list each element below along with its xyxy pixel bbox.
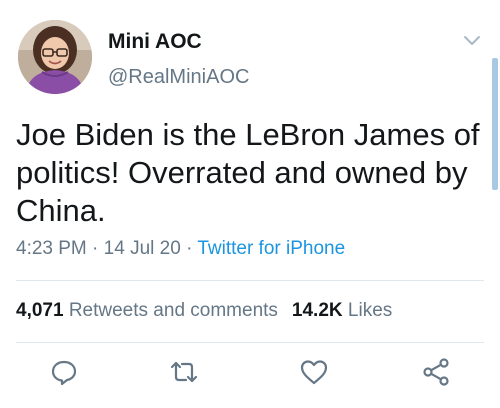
retweets-stat[interactable]: 4,071 Retweets and comments <box>16 300 278 321</box>
likes-label: Likes <box>347 300 393 321</box>
chevron-down-icon[interactable] <box>462 34 482 48</box>
heart-icon <box>300 360 328 385</box>
tweet-text: Joe Biden is the LeBron James of politic… <box>16 117 480 228</box>
divider <box>16 342 484 343</box>
meta-separator: · <box>92 238 99 259</box>
profile-photo-icon <box>18 20 92 94</box>
likes-count: 14.2K <box>291 300 343 321</box>
retweets-count: 4,071 <box>16 300 64 321</box>
tweet-stats: 4,071 Retweets and comments 14.2K Likes <box>16 300 392 322</box>
speech-bubble-icon <box>51 360 77 386</box>
like-button[interactable] <box>298 356 330 388</box>
retweet-button[interactable] <box>168 356 200 388</box>
scrollbar[interactable] <box>492 58 498 190</box>
avatar[interactable] <box>18 20 92 94</box>
reply-button[interactable] <box>48 356 80 388</box>
tweet-meta: 4:23 PM · 14 Jul 20 · Twitter for iPhone <box>16 238 345 260</box>
share-button[interactable] <box>420 356 452 388</box>
likes-stat[interactable]: 14.2K Likes <box>292 300 392 321</box>
retweet-arrows-icon <box>170 361 198 383</box>
meta-separator: · <box>186 238 193 259</box>
user-handle[interactable]: @RealMiniAOC <box>108 66 249 89</box>
divider <box>16 280 484 281</box>
action-bar <box>0 356 500 396</box>
display-name[interactable]: Mini AOC <box>108 30 202 54</box>
tweet-source-link[interactable]: Twitter for iPhone <box>197 238 345 259</box>
tweet-time: 4:23 PM <box>16 238 87 259</box>
tweet-date: 14 Jul 20 <box>103 238 181 259</box>
retweets-label: Retweets and comments <box>68 300 278 321</box>
share-icon <box>423 358 449 386</box>
tweet-card: Mini AOC @RealMiniAOC Joe Biden is the L… <box>0 0 500 408</box>
